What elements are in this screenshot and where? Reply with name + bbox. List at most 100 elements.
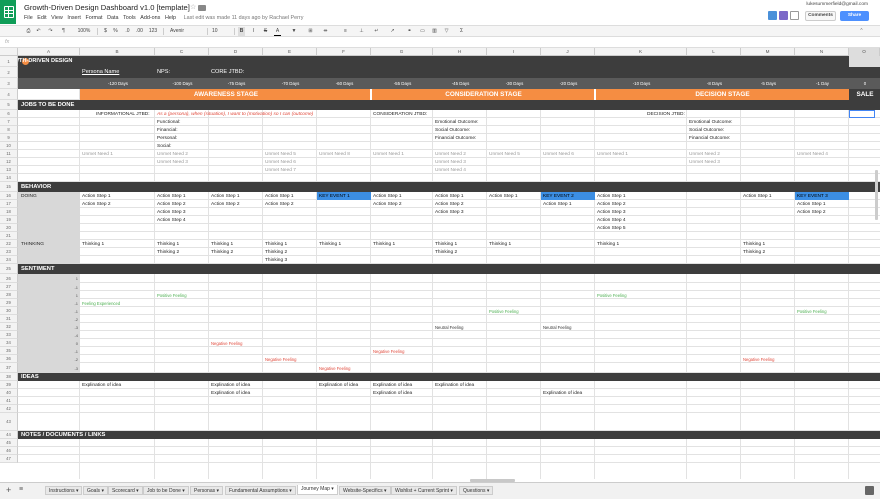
row-number[interactable]: 15 [0,182,18,192]
feeling-positive[interactable]: Positive Feeling [488,308,519,315]
tab-goals[interactable]: Goals ▾ [83,486,108,495]
text-rotation-icon[interactable]: ↗ [389,27,396,36]
action-step[interactable]: Action Step 2 [81,201,111,208]
action-step[interactable]: Action Step 2 [434,201,464,208]
thinking-item[interactable]: Thinking 1 [210,241,233,248]
row-number[interactable]: 42 [0,405,18,413]
day-label[interactable]: -55 Days [371,80,433,87]
row-number[interactable]: 38 [0,373,18,381]
action-step[interactable]: Action Step 1 [542,201,572,208]
thinking-item[interactable]: Thinking 1 [156,241,179,248]
row-number[interactable]: 14 [0,174,18,182]
menu-tools[interactable]: Tools [123,15,136,21]
row-number[interactable]: 1 [0,56,18,67]
row-number[interactable]: 45 [0,439,18,447]
formula-bar[interactable]: fx [0,37,880,48]
column-header-g[interactable]: G [371,48,433,56]
action-step[interactable]: Action Step 5 [596,225,626,232]
document-title[interactable]: Growth-Driven Design Dashboard v1.0 [tem… [24,3,190,12]
action-step[interactable]: Action Step 2 [264,201,294,208]
day-label[interactable]: -1 Day [795,80,849,87]
column-header-a[interactable]: A [18,48,80,56]
action-step[interactable]: Action Step 1 [434,193,464,200]
row-number[interactable]: 20 [0,224,18,232]
row-number[interactable]: 40 [0,389,18,397]
action-step[interactable]: Action Step 3 [434,209,464,216]
row-number[interactable]: 8 [0,126,18,134]
unmet-need[interactable]: Unmet Need 3 [688,159,720,166]
sentiment-scale[interactable]: -2 [18,356,78,363]
day-label[interactable]: -20 Days [541,80,595,87]
unmet-need[interactable]: Unmet Need 5 [488,151,520,158]
idea-explanation[interactable]: Explination of idea [318,382,358,389]
row-number[interactable]: 28 [0,291,18,299]
action-step[interactable]: Action Step 1 [742,193,772,200]
vertical-scrollbar[interactable] [875,170,878,220]
comments-button[interactable]: Comments [805,11,836,21]
action-step[interactable]: Action Step 4 [596,217,626,224]
star-icon[interactable]: ☆ [190,3,196,11]
row-number[interactable]: 43 [0,413,18,431]
column-header-f[interactable]: F [317,48,371,56]
redo-icon[interactable]: ↷ [47,27,54,36]
filter-icon[interactable]: ▽ [443,27,450,36]
row-number[interactable]: 3 [0,78,18,89]
informational-outcome[interactable]: Social: [156,143,171,150]
chart-icon[interactable]: ▥ [431,27,438,36]
unmet-need[interactable]: Unmet Need 7 [264,167,296,174]
decrease-decimals-button[interactable]: .0 [124,27,131,36]
action-step[interactable]: Action Step 1 [796,201,826,208]
idea-explanation[interactable]: Explination of idea [542,390,582,397]
tab-journey-map[interactable]: Journey Map ▾ [297,485,338,495]
row-number[interactable]: 27 [0,283,18,291]
row-number[interactable]: 47 [0,455,18,463]
merge-cells-icon[interactable]: ⇹ [322,27,329,36]
add-sheet-icon[interactable]: + [6,485,11,495]
day-label[interactable]: -70 Days [263,80,317,87]
sentiment-scale[interactable]: -2 [18,316,78,323]
thinking-label[interactable]: THINKING [20,241,44,248]
action-step[interactable]: Action Step 1 [210,193,240,200]
idea-explanation[interactable]: Explination of idea [81,382,121,389]
action-step[interactable]: Action Step 2 [596,201,626,208]
sentiment-scale[interactable]: -1 [18,348,78,355]
row-number[interactable]: 41 [0,397,18,405]
unmet-need[interactable]: Unmet Need 2 [156,151,188,158]
tab-job-to-be-done[interactable]: Job to be Done ▾ [143,486,189,495]
idea-explanation[interactable]: Explination of idea [372,382,412,389]
menu-addons[interactable]: Add-ons [140,15,160,21]
row-number[interactable]: 16 [0,192,18,200]
menu-data[interactable]: Data [107,15,118,21]
spreadsheet-grid[interactable]: GROWTH-DRIVEN DESIGN Persona Name NPS: CORE… [0,56,880,479]
row-number[interactable]: 5 [0,100,18,110]
sentiment-scale[interactable]: 0 [18,340,78,347]
tab-fundamental-assumptions[interactable]: Fundamental Assumptions ▾ [225,486,296,495]
percent-button[interactable]: % [113,27,118,36]
thinking-item[interactable]: Thinking 1 [742,241,765,248]
informational-jtbd-label[interactable]: INFORMATIONAL JTBD: [95,111,150,118]
informational-outcome[interactable]: Functional: [156,119,180,126]
decision-outcome[interactable]: Emotional Outcome: [688,119,732,126]
menu-edit[interactable]: Edit [37,15,46,21]
decision-outcome[interactable]: Social Outcome: [688,127,724,134]
borders-icon[interactable]: ⊞ [307,27,314,36]
feeling-negative[interactable]: Negative Feeling [372,348,404,355]
action-step[interactable]: Action Step 1 [488,193,518,200]
unmet-need[interactable]: Unmet Need 6 [542,151,574,158]
feeling-negative[interactable]: Negative Feeling [318,365,350,372]
text-color-button[interactable]: A [274,27,281,36]
zoom-select[interactable]: 100% [76,27,92,36]
informational-outcome[interactable]: Personal: [156,135,177,142]
last-edit-link[interactable]: Last edit was made 11 days ago by Rachae… [184,15,304,21]
italic-button[interactable]: I [250,27,257,36]
consideration-jtbd-label[interactable]: CONSIDERATION JTBD: [372,111,427,118]
key-event[interactable]: KEY EVENT 3 [796,193,828,200]
day-label[interactable]: -60 Days [317,80,371,87]
tab-wishlist-current-sprint[interactable]: Wishlist + Current Sprint ▾ [391,486,457,495]
functions-icon[interactable]: Σ [458,27,465,36]
thinking-item[interactable]: Thinking 2 [434,249,457,256]
idea-explanation[interactable]: Explination of idea [210,390,250,397]
row-number[interactable]: 46 [0,447,18,455]
column-header-c[interactable]: C [155,48,209,56]
decision-outcome[interactable]: Financial Outcome: [688,135,730,142]
